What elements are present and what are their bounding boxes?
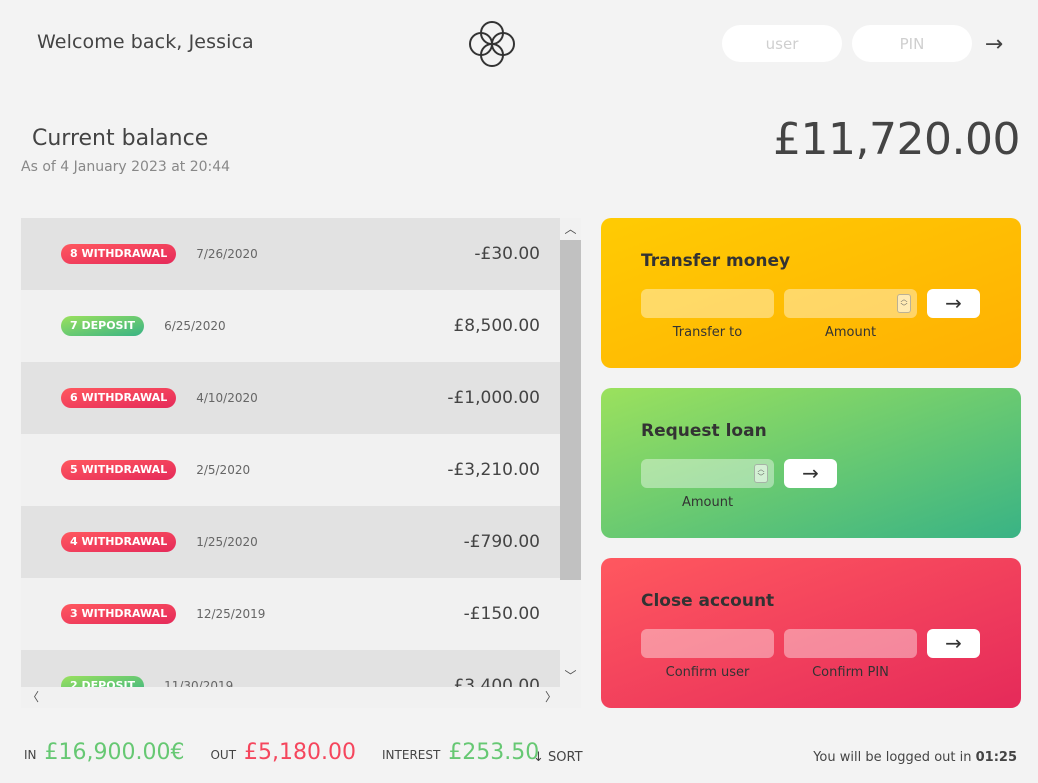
movement-date: 6/25/2020 [164,319,226,333]
movement-date: 2/5/2020 [196,463,251,477]
summary-out-label: Out [210,748,237,762]
loan-amount-input[interactable]: ︿ ﹀ [641,459,774,488]
movement-date: 11/30/2019 [164,679,234,687]
confirm-pin-label: Confirm PIN [812,665,889,680]
movement-type-badge: 6 withdrawal [61,388,177,408]
movement-value: -£1,000.00 [447,388,540,408]
transfer-to-input[interactable] [641,289,774,318]
summary-interest-label: Interest [382,748,441,762]
sort-button[interactable]: ↓ SORT [533,750,583,765]
movement-date: 12/25/2019 [196,607,266,621]
movement-row: 6 withdrawal 4/10/2020 -£1,000.00 [21,362,560,434]
transfer-submit-button[interactable]: → [927,289,980,318]
movement-value: -£790.00 [463,532,540,552]
movement-date: 7/26/2020 [196,247,258,261]
summary-bar: In £16,900.00€ Out £5,180.00 Interest £2… [24,740,565,770]
balance-label: Current balance [32,126,209,151]
chevron-right-icon[interactable]: 〉 [541,687,561,708]
welcome-message: Welcome back, Jessica [37,31,254,53]
chevron-up-icon[interactable]: ︿ [560,220,581,238]
login-user-input[interactable] [722,25,842,62]
movement-type-badge: 4 withdrawal [61,532,177,552]
logout-countdown: 01:25 [975,750,1017,765]
movement-type-badge: 7 deposit [61,316,145,336]
summary-in-value: £16,900.00€ [44,740,185,765]
summary-out-value: £5,180.00 [244,740,357,765]
confirm-user-label: Confirm user [665,665,750,680]
movement-date: 4/10/2020 [196,391,258,405]
summary-interest-value: £253.50 [448,740,540,765]
movement-row: 2 deposit 11/30/2019 £3,400.00 [21,650,560,687]
confirm-user-input[interactable] [641,629,774,658]
movement-value: -£150.00 [463,604,540,624]
transfer-title: Transfer money [641,251,791,271]
movement-type-badge: 3 withdrawal [61,604,177,624]
horizontal-scrollbar[interactable]: 〈 〉 [21,687,581,708]
movement-row: 3 withdrawal 12/25/2019 -£150.00 [21,578,560,650]
transfer-amount-label: Amount [824,325,877,340]
scrollbar-thumb[interactable] [560,240,581,580]
close-title: Close account [641,591,775,611]
close-submit-button[interactable]: → [927,629,980,658]
movements-viewport: 8 withdrawal 7/26/2020 -£30.00 7 deposit 6/2… [21,218,560,687]
vertical-scrollbar[interactable]: ︿ ﹀ [560,218,581,687]
login-pin-input[interactable] [852,25,972,62]
transfer-amount-input[interactable]: ︿ ﹀ [784,289,917,318]
transfer-panel: Transfer money ︿ ﹀ → Transfer to Amount [601,218,1021,368]
movements-list[interactable]: 8 withdrawal 7/26/2020 -£30.00 7 deposit 6/2… [21,218,581,708]
logout-timer: You will be logged out in 01:25 [813,750,1017,765]
movement-value: £3,400.00 [453,676,540,687]
movement-value: -£3,210.00 [447,460,540,480]
loan-panel: Request loan ︿ ﹀ → Amount [601,388,1021,538]
movement-row: 7 deposit 6/25/2020 £8,500.00 [21,290,560,362]
movement-row: 8 withdrawal 7/26/2020 -£30.00 [21,218,560,290]
movement-date: 1/25/2020 [196,535,258,549]
loan-submit-button[interactable]: → [784,459,837,488]
balance-value: £11,720.00 [773,114,1020,165]
close-account-panel: Close account → Confirm user Confirm PIN [601,558,1021,708]
logo-icon [469,21,515,67]
movement-type-badge: 8 withdrawal [61,244,177,264]
movement-row: 5 withdrawal 2/5/2020 -£3,210.00 [21,434,560,506]
chevron-down-icon[interactable]: ﹀ [560,667,581,685]
number-spinner-icon[interactable]: ︿ ﹀ [897,294,911,313]
movement-type-badge: 2 deposit [61,676,145,687]
balance-date: As of 4 January 2023 at 20:44 [21,159,231,175]
loan-title: Request loan [641,421,767,441]
confirm-pin-input[interactable] [784,629,917,658]
number-spinner-icon[interactable]: ︿ ﹀ [754,464,768,483]
chevron-left-icon[interactable]: 〈 [23,687,43,708]
summary-in-label: In [24,748,37,762]
transfer-to-label: Transfer to [672,325,743,340]
movement-value: -£30.00 [474,244,540,264]
movement-row: 4 withdrawal 1/25/2020 -£790.00 [21,506,560,578]
loan-amount-label: Amount [681,495,734,510]
login-button[interactable]: → [980,30,1008,58]
logout-text: You will be logged out in [813,750,976,765]
movement-type-badge: 5 withdrawal [61,460,177,480]
movement-value: £8,500.00 [453,316,540,336]
